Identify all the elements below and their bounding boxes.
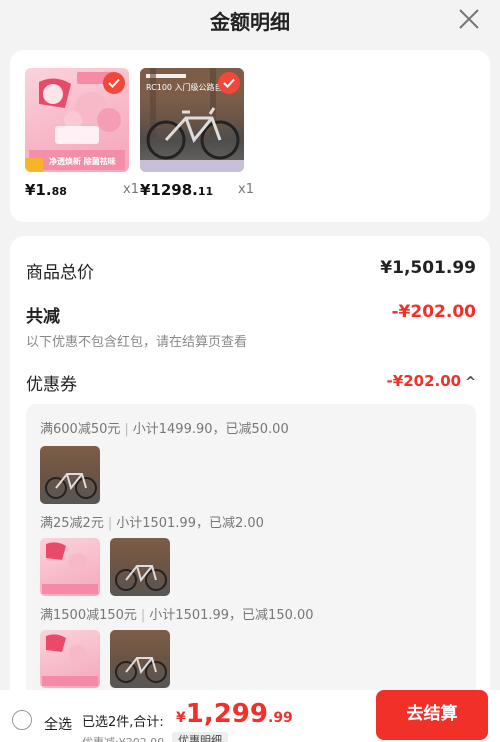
divider: | xyxy=(140,608,146,623)
product-image-caption: 净透焕新 除菌祛味 xyxy=(49,157,116,166)
price-summary-card: 商品总价 ¥1,501.99 共减 -¥202.00 以下优惠不包含红包，请在结… xyxy=(10,236,490,706)
reduce-row: 共减 -¥202.00 xyxy=(26,300,476,328)
coupon-product-bicycle xyxy=(110,538,170,596)
page-title: 金额明细 xyxy=(210,10,290,34)
coupon-rule: 满600减50元 | 小计1499.90，已减50.00 xyxy=(40,418,289,437)
coupon-threshold: 满1500减150元 xyxy=(40,608,137,623)
reduce-value: -¥202.00 xyxy=(391,302,477,322)
checkout-bar: 全选 已选2件,合计: ¥1,299.99 优惠减:¥202.00 优惠明细 去… xyxy=(0,690,500,742)
total-int: 1,299 xyxy=(185,699,268,729)
total-price: ¥1,299.99 xyxy=(176,699,293,729)
product-image-bicycle: RC100 入门级公路自行车 xyxy=(140,68,244,172)
coupon-product-detergent xyxy=(40,538,100,596)
coupon-product-bicycle xyxy=(110,630,170,688)
select-all-label[interactable]: 全选 xyxy=(44,714,72,734)
goods-total-value: ¥1,501.99 xyxy=(380,258,476,278)
coupon-detail-panel: 满600减50元 | 小计1499.90，已减50.00 满25减2元 | 小计1501… xyxy=(26,404,476,706)
divider: | xyxy=(107,516,113,531)
close-icon[interactable] xyxy=(456,6,482,32)
coupon-product-bicycle xyxy=(40,446,100,504)
coupon-subtotal: 小计1499.90，已减50.00 xyxy=(132,422,289,437)
product-price-int: ¥1. xyxy=(25,181,52,199)
reduce-label: 共减 xyxy=(26,307,60,327)
chevron-up-icon[interactable]: ^ xyxy=(465,375,476,390)
selected-check-icon[interactable] xyxy=(218,72,240,94)
coupon-rule: 满25减2元 | 小计1501.99，已减2.00 xyxy=(40,512,264,531)
chosen-summary: 已选2件,合计: xyxy=(82,715,164,730)
coupon-subtotal: 小计1501.99，已减150.00 xyxy=(149,608,314,623)
product-qty: x1 xyxy=(123,182,139,197)
checkout-button[interactable]: 去结算 xyxy=(376,690,488,740)
coupon-label: 优惠券 xyxy=(26,375,77,395)
product-price-row: ¥1298.11 x1 xyxy=(140,180,254,202)
divider: | xyxy=(124,422,129,437)
product-item[interactable]: RC100 入门级公路自行车 ¥1298.11 x1 xyxy=(140,68,254,202)
coupon-product-detergent xyxy=(40,630,100,688)
product-item[interactable]: 净透焕新 除菌祛味 ¥1.88 x1 xyxy=(25,68,139,202)
product-price-int: ¥1298. xyxy=(140,181,198,199)
coupon-value: -¥202.00 xyxy=(386,372,462,390)
product-price-dec: 11 xyxy=(197,185,214,198)
coupon-row[interactable]: 优惠券 -¥202.00 ^ xyxy=(26,368,476,396)
product-qty: x1 xyxy=(238,182,254,197)
discount-note: 以下优惠不包含红包，请在结算页查看 xyxy=(26,335,248,350)
goods-total-row: 商品总价 ¥1,501.99 xyxy=(26,256,476,284)
selected-products-card: 净透焕新 除菌祛味 ¥1.88 x1 RC100 入门级公路自行车 ¥1298.… xyxy=(10,50,490,222)
coupon-value-wrap: -¥202.00 ^ xyxy=(387,372,476,390)
coupon-rule: 满1500减150元 | 小计1501.99，已减150.00 xyxy=(40,604,314,623)
coupon-subtotal: 小计1501.99，已减2.00 xyxy=(116,516,264,531)
amount-detail-sheet: 金额明细 净透焕新 除菌祛味 ¥1.88 x1 RC100 入门级公路自行车 ¥… xyxy=(0,0,500,742)
total-dec: .99 xyxy=(268,710,293,726)
sheet-header: 金额明细 xyxy=(0,0,500,42)
coupon-threshold: 满600减50元 xyxy=(40,422,121,437)
product-image-detergent: 净透焕新 除菌祛味 xyxy=(25,68,129,172)
select-all-radio[interactable] xyxy=(12,710,32,730)
selected-check-icon[interactable] xyxy=(103,72,125,94)
discount-detail-tag[interactable]: 优惠明细 xyxy=(172,732,228,742)
goods-total-label: 商品总价 xyxy=(26,263,94,283)
total-currency: ¥ xyxy=(176,710,186,726)
coupon-threshold: 满25减2元 xyxy=(40,516,104,531)
product-price-row: ¥1.88 x1 xyxy=(25,180,139,202)
discount-summary: 优惠减:¥202.00 xyxy=(82,734,164,742)
product-price-dec: 88 xyxy=(51,185,67,198)
